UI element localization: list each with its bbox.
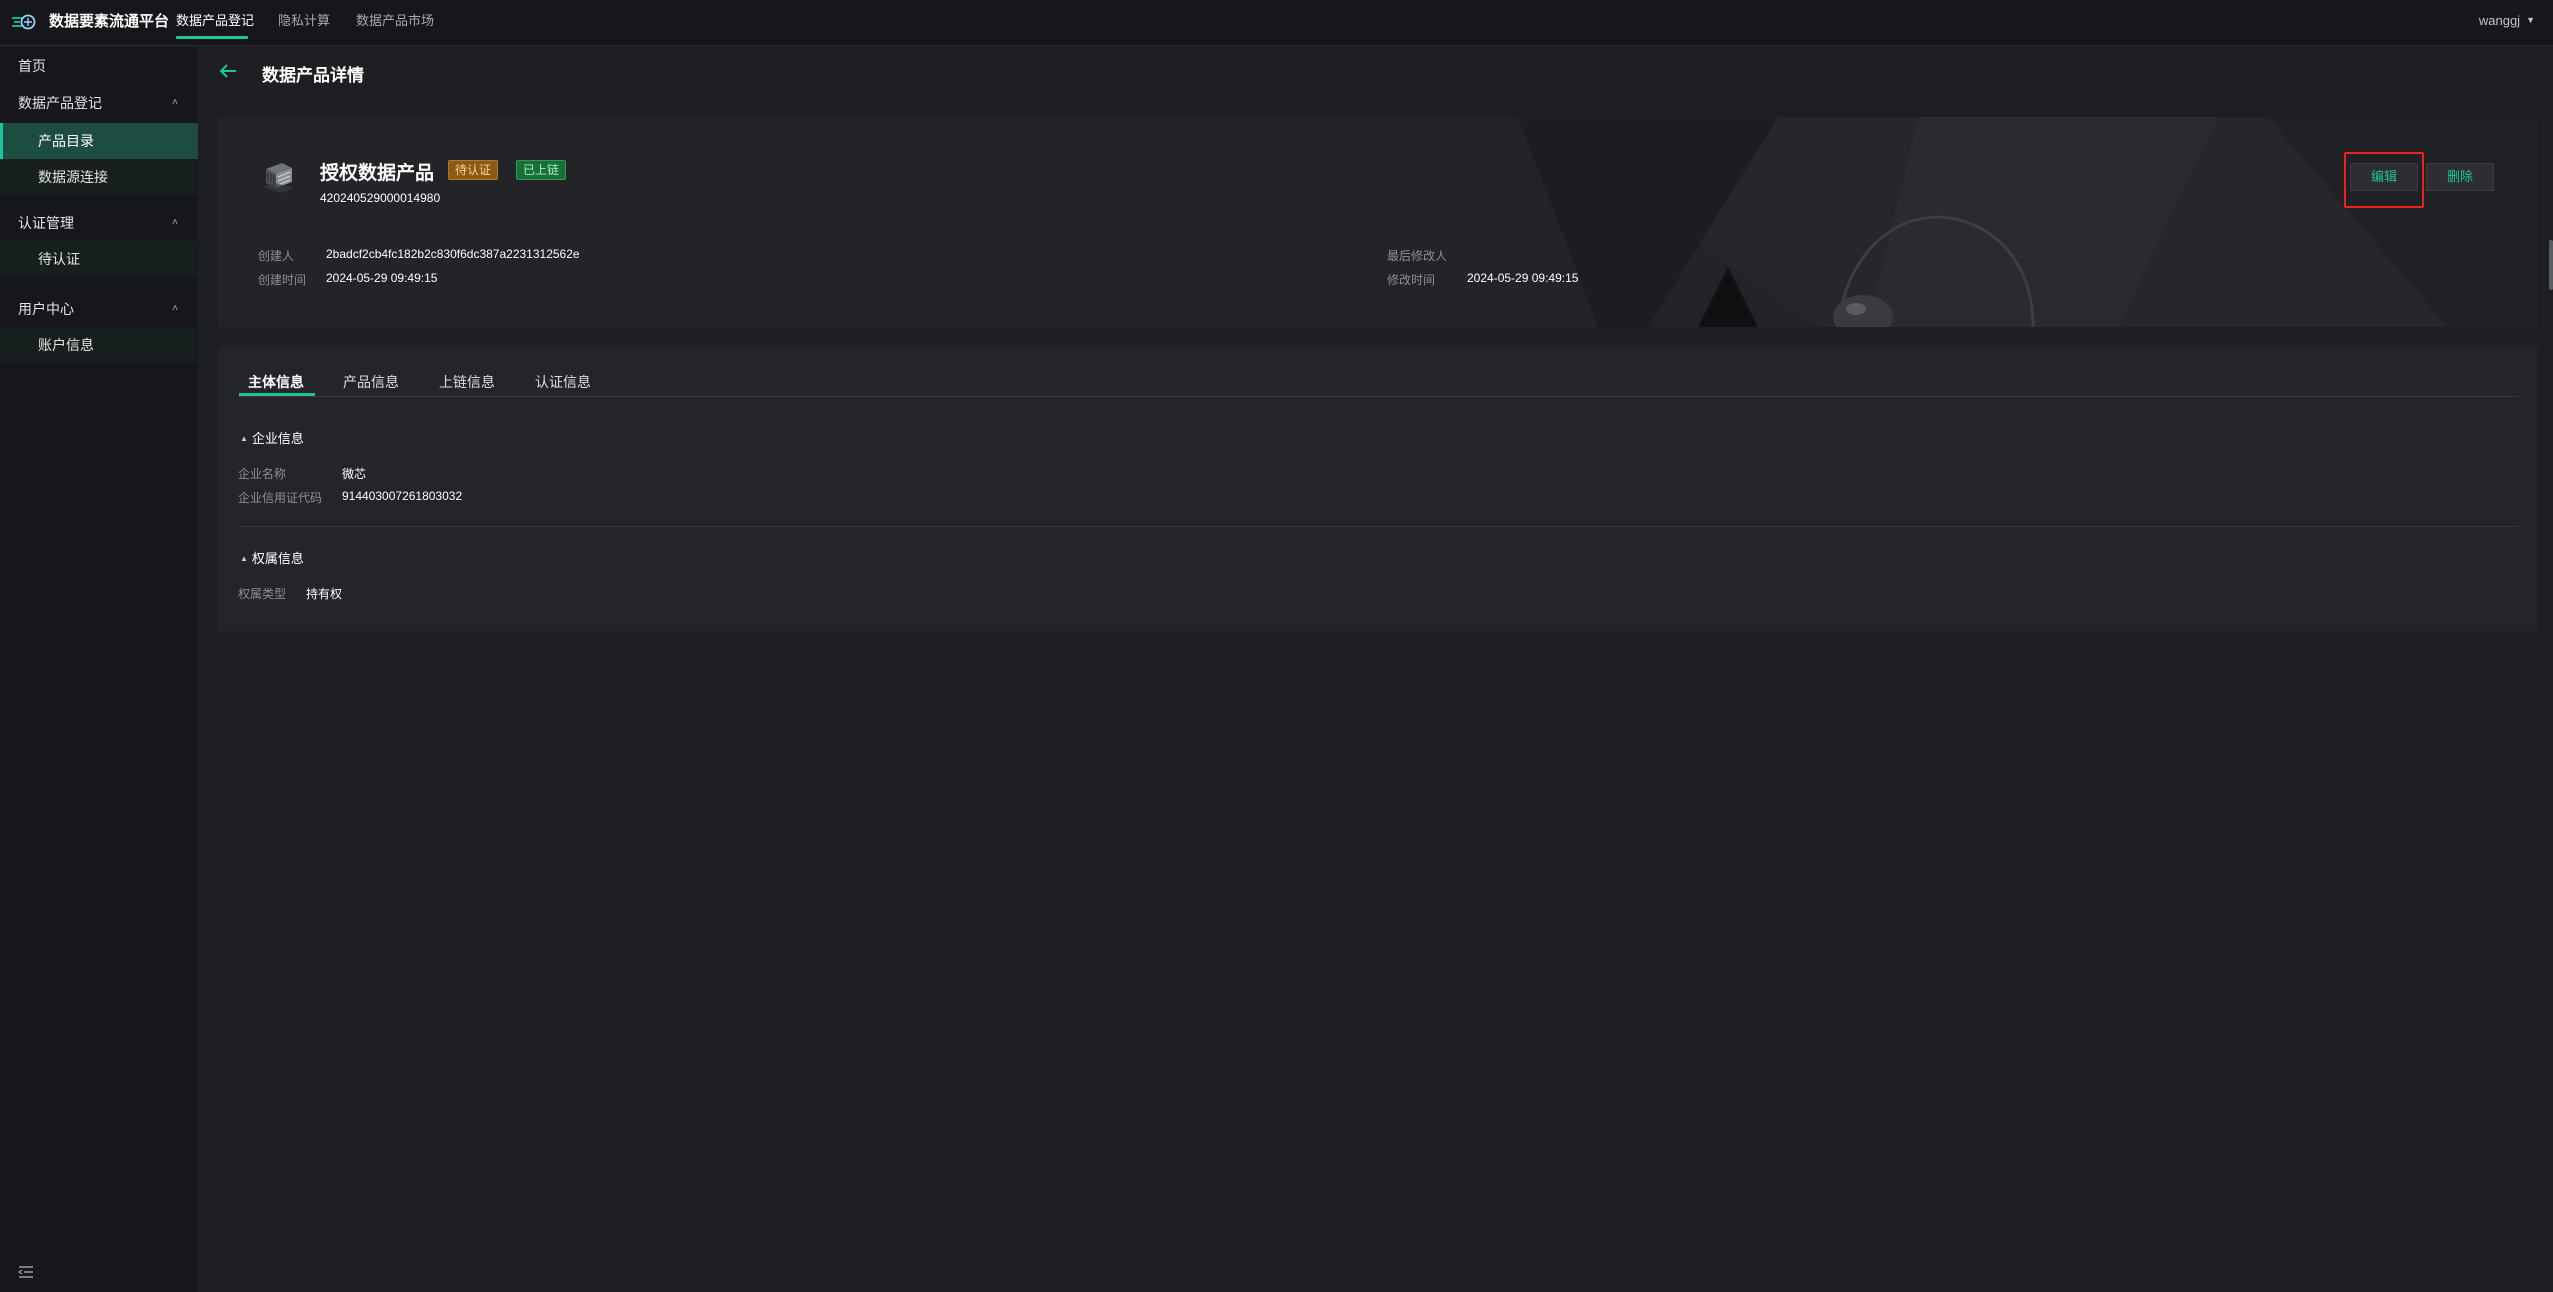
app-title: 数据要素流通平台 (49, 13, 170, 30)
section-title-text: 权属信息 (251, 551, 304, 566)
product-name: 授权数据产品 (320, 163, 435, 184)
user-name: wanggj (2478, 13, 2521, 28)
sidebar: 首页 数据产品登记 ˄ 产品目录 数据源连接 认证管理 ˄ 待认证 用户中心 ˄… (0, 47, 198, 1292)
tab-chain-info[interactable]: 上链信息 (439, 372, 495, 392)
product-header-card (218, 117, 2538, 327)
status-badge-on-chain: 已上链 (516, 160, 567, 180)
chevron-up-icon: ˄ (172, 217, 178, 228)
topnav-active-indicator (176, 36, 248, 39)
section-divider (238, 526, 2518, 527)
product-id: 420240529000014980 (320, 191, 441, 205)
section-title-text: 企业信息 (251, 431, 304, 446)
sidebar-group-user-center[interactable]: 用户中心 ˄ (0, 291, 198, 327)
status-badge-pending: 待认证 (448, 160, 499, 180)
ownership-type-label: 权属类型 (238, 587, 287, 601)
chevron-down-icon: ▼ (2526, 15, 2535, 25)
enterprise-name-value: 微芯 (342, 467, 367, 481)
modified-time-label: 修改时间 (1387, 273, 1436, 287)
scrollbar-thumb[interactable] (2549, 240, 2553, 290)
logo-icon (12, 14, 36, 30)
tab-product-info[interactable]: 产品信息 (343, 372, 399, 392)
sidebar-group-auth-management[interactable]: 认证管理 ˄ (0, 205, 198, 241)
topnav-data-product-market[interactable]: 数据产品市场 (356, 12, 434, 30)
creator-value: 2badcf2cb4fc182b2c830f6dc387a2231312562e (326, 247, 580, 261)
tab-certification-info[interactable]: 认证信息 (535, 372, 591, 392)
caret-up-icon: ▲ (240, 554, 248, 563)
page-title: 数据产品详情 (262, 66, 364, 85)
credit-code-label: 企业信用证代码 (238, 491, 323, 505)
sidebar-group-data-product-register[interactable]: 数据产品登记 ˄ (0, 85, 198, 121)
data-product-icon (263, 163, 294, 193)
sidebar-item-datasource-connection[interactable]: 数据源连接 (0, 159, 198, 195)
modified-time-value: 2024-05-29 09:49:15 (1467, 271, 1579, 285)
topnav-privacy-computing[interactable]: 隐私计算 (278, 12, 330, 30)
delete-button[interactable]: 删除 (2426, 163, 2494, 191)
sidebar-item-pending-auth[interactable]: 待认证 (0, 241, 198, 277)
last-modifier-label: 最后修改人 (1387, 249, 1448, 263)
sidebar-group-label: 用户中心 (18, 301, 74, 317)
section-ownership-info[interactable]: ▲ 权属信息 (240, 548, 304, 567)
chevron-up-icon: ˄ (172, 97, 178, 108)
user-menu[interactable]: wanggj ▼ (2479, 13, 2535, 28)
ownership-type-value: 持有权 (306, 587, 343, 601)
sidebar-item-home[interactable]: 首页 (0, 48, 198, 84)
tab-subject-info[interactable]: 主体信息 (248, 372, 304, 392)
section-enterprise-info[interactable]: ▲ 企业信息 (240, 428, 304, 447)
back-arrow-icon[interactable] (218, 62, 238, 80)
sidebar-item-product-catalog[interactable]: 产品目录 (0, 123, 198, 159)
top-bar: 数据要素流通平台 数据产品登记 隐私计算 数据产品市场 wanggj ▼ (0, 0, 2553, 46)
credit-code-value: 914403007261803032 (342, 489, 463, 503)
sidebar-group-label: 数据产品登记 (18, 95, 102, 111)
chevron-up-icon: ˄ (172, 303, 178, 314)
sidebar-group-label: 认证管理 (18, 215, 74, 231)
tab-active-indicator (239, 393, 315, 396)
enterprise-name-label: 企业名称 (238, 467, 287, 481)
highlight-box (2344, 152, 2424, 208)
header-background-art (1518, 117, 2538, 327)
created-time-label: 创建时间 (258, 273, 307, 287)
tab-bar-line (238, 396, 2518, 397)
created-time-value: 2024-05-29 09:49:15 (326, 271, 438, 285)
sidebar-item-account-info[interactable]: 账户信息 (0, 327, 198, 363)
caret-up-icon: ▲ (240, 434, 248, 443)
creator-label: 创建人 (258, 249, 295, 263)
topnav-data-product-register[interactable]: 数据产品登记 (176, 12, 254, 30)
collapse-sidebar-icon[interactable] (18, 1265, 34, 1279)
